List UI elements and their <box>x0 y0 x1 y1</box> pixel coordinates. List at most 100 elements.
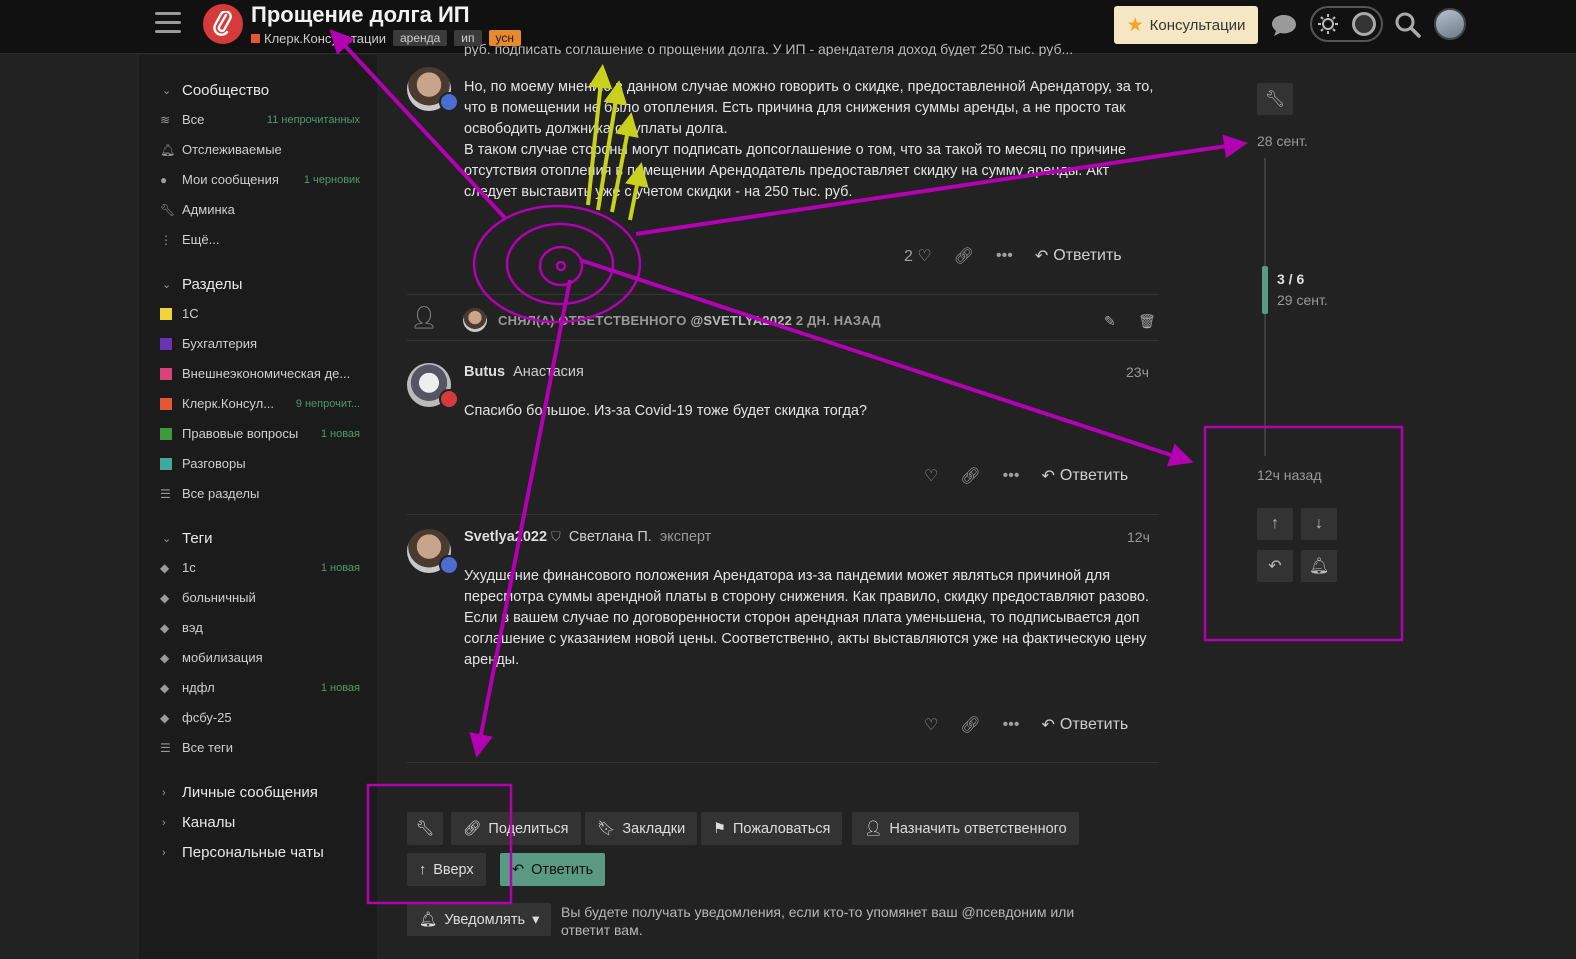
item-label: вэд <box>182 620 203 635</box>
timeline-reply-button[interactable]: ↶ <box>1257 550 1293 582</box>
sidebar-item-admin[interactable]: 🔧︎ Админка <box>160 202 360 217</box>
timeline-handle[interactable] <box>1262 266 1268 314</box>
sidebar-item-my-posts[interactable]: ● Мои сообщения 1 черновик <box>160 172 360 187</box>
section-label: Персональные чаты <box>182 844 324 861</box>
sidebar-item-all[interactable]: ≋ Все 11 непрочитанных <box>160 112 360 127</box>
topic-title[interactable]: Прощение долга ИП <box>251 2 470 28</box>
item-label: Админка <box>182 202 235 217</box>
user-avatar[interactable] <box>1434 8 1466 40</box>
post-divider <box>407 514 1159 515</box>
reply-button[interactable]: ↶ Ответить <box>1041 715 1128 735</box>
sidebar-item-legal[interactable]: Правовые вопросы 1 новая <box>160 426 360 441</box>
item-label: Все <box>182 112 205 127</box>
sidebar-section-personal-chats[interactable]: › Персональные чаты <box>162 844 324 861</box>
more-icon[interactable]: ••• <box>1003 467 1020 485</box>
sidebar-section-tags[interactable]: ⌄ Теги <box>162 530 213 547</box>
item-label: ндфл <box>182 680 215 695</box>
username[interactable]: Butus <box>464 364 505 380</box>
sidebar-item-tracked[interactable]: 🔔︎ Отслеживаемые <box>160 142 360 157</box>
sidebar-tag-1c[interactable]: ◆ 1с 1 новая <box>160 560 360 575</box>
chevron-right-icon: › <box>162 846 166 859</box>
moderator-badge-icon <box>439 555 459 575</box>
sidebar-item-1c[interactable]: 1С <box>160 306 360 321</box>
timeline-bell-button[interactable]: 🔔︎ <box>1301 550 1337 582</box>
heart-icon[interactable]: ♡ <box>924 715 938 735</box>
category-link[interactable]: Клерк.Консультации <box>251 31 386 46</box>
post2-date[interactable]: 23ч <box>1126 364 1149 380</box>
timeline-start-date[interactable]: 28 сент. <box>1257 133 1308 149</box>
draft-badge: 1 черновик <box>303 173 360 186</box>
tag-arenda[interactable]: аренда <box>392 30 448 46</box>
reply-label: Ответить <box>531 861 594 878</box>
sidebar-section-channels[interactable]: › Каналы <box>162 814 235 831</box>
sidebar-item-all-tags[interactable]: ☰ Все теги <box>160 740 360 755</box>
top-button[interactable]: ↑ Вверх <box>407 853 486 886</box>
bookmark-icon: 🔖︎ <box>597 821 616 837</box>
search-icon[interactable] <box>1392 9 1424 41</box>
timeline-admin-wrench-button[interactable]: 🔧︎ <box>1257 83 1293 115</box>
share-button[interactable]: 🔗︎ Поделиться <box>451 812 581 845</box>
item-label: Разговоры <box>182 456 246 471</box>
reply-icon: ↶ <box>1268 558 1282 575</box>
reply-button[interactable]: ↶ Ответить <box>1041 466 1128 486</box>
notification-level-dropdown[interactable]: 🔔︎ Уведомлять ▾ <box>407 903 552 936</box>
sidebar-tag-fsbu25[interactable]: ◆ фсбу-25 <box>160 710 360 725</box>
timeline-up-button[interactable]: ↑ <box>1257 508 1293 540</box>
sidebar-item-accounting[interactable]: Бухгалтерия <box>160 336 360 351</box>
reply-icon: ↶ <box>512 861 525 878</box>
timeline-down-button[interactable]: ↓ <box>1301 508 1337 540</box>
sidebar-tag-mobilization[interactable]: ◆ мобилизация <box>160 650 360 665</box>
sidebar-item-all-categories[interactable]: ☰ Все разделы <box>160 486 360 501</box>
post-divider <box>407 340 1159 341</box>
arrow-up-icon: ↑ <box>419 861 427 878</box>
heart-icon[interactable]: ♡ <box>924 466 938 486</box>
flag-button[interactable]: ⚑ Пожаловаться <box>701 812 843 845</box>
reply-icon: ↶ <box>1034 248 1049 265</box>
chevron-down-icon: ⌄ <box>162 279 172 291</box>
user-mention[interactable]: @SVETLYA2022 <box>690 313 792 328</box>
sidebar-item-more[interactable]: ⋮ Ещё... <box>160 232 360 247</box>
hamburger-menu-button[interactable] <box>155 12 181 36</box>
sidebar-item-foreign-trade[interactable]: Внешнеэкономическая де... <box>160 366 360 381</box>
bookmark-button[interactable]: 🔖︎ Закладки <box>585 812 698 845</box>
sidebar-tag-ved[interactable]: ◆ вэд <box>160 620 360 635</box>
sidebar-tag-ndfl[interactable]: ◆ ндфл 1 новая <box>160 680 360 695</box>
username[interactable]: Svetlya2022 <box>464 529 547 545</box>
link-icon[interactable]: 🔗︎ <box>960 715 980 735</box>
pencil-icon[interactable]: ✎ <box>1104 313 1116 330</box>
reply-button[interactable]: ↶ Ответить <box>1035 246 1122 266</box>
sidebar-section-community[interactable]: ⌄ Сообщество <box>162 82 269 99</box>
post3-date[interactable]: 12ч <box>1127 529 1150 545</box>
sidebar-tag-sick[interactable]: ◆ больничный <box>160 590 360 605</box>
like-button[interactable]: 2 ♡ <box>904 246 932 266</box>
post2-actions: ♡ 🔗︎ ••• ↶ Ответить <box>924 466 1128 486</box>
trash-icon[interactable]: 🗑︎ <box>1138 313 1156 330</box>
timeline-end-date[interactable]: 12ч назад <box>1257 467 1322 483</box>
topic-reply-button[interactable]: ↶ Ответить <box>500 853 606 886</box>
site-logo[interactable] <box>203 4 243 44</box>
item-label: больничный <box>182 590 256 605</box>
post3-author: Svetlya2022 ⛉ Светлана П. эксперт <box>464 528 711 546</box>
small-action-avatar[interactable] <box>463 308 487 332</box>
section-label: Разделы <box>182 276 243 293</box>
more-icon[interactable]: ••• <box>1003 716 1020 734</box>
link-icon[interactable]: 🔗︎ <box>954 246 974 266</box>
sidebar-section-messages[interactable]: › Личные сообщения <box>162 784 318 801</box>
assign-button[interactable]: 👤︎ Назначить ответственного <box>852 812 1079 845</box>
sidebar-item-talks[interactable]: Разговоры <box>160 456 360 471</box>
category-color-square <box>160 367 172 380</box>
admin-wrench-button[interactable]: 🔧︎ <box>407 812 443 845</box>
item-label: мобилизация <box>182 650 263 665</box>
link-icon[interactable]: 🔗︎ <box>960 466 980 486</box>
more-icon[interactable]: ••• <box>996 247 1013 265</box>
category-color-square <box>160 397 172 410</box>
sidebar-item-klerk-consult[interactable]: Клерк.Консул... 9 непрочит... <box>160 396 360 411</box>
realname: Светлана П. <box>568 529 652 545</box>
sidebar-section-categories[interactable]: ⌄ Разделы <box>162 276 242 293</box>
arrow-down-icon: ↓ <box>1315 515 1323 532</box>
theme-toggle[interactable] <box>1310 6 1383 42</box>
caret-down-icon: ▾ <box>532 911 540 928</box>
action-label: СНЯЛ(А) ОТВЕТСТВЕННОГО <box>498 313 687 328</box>
chat-icon[interactable] <box>1268 9 1300 41</box>
consultations-button[interactable]: ★ Консультации <box>1114 6 1258 44</box>
